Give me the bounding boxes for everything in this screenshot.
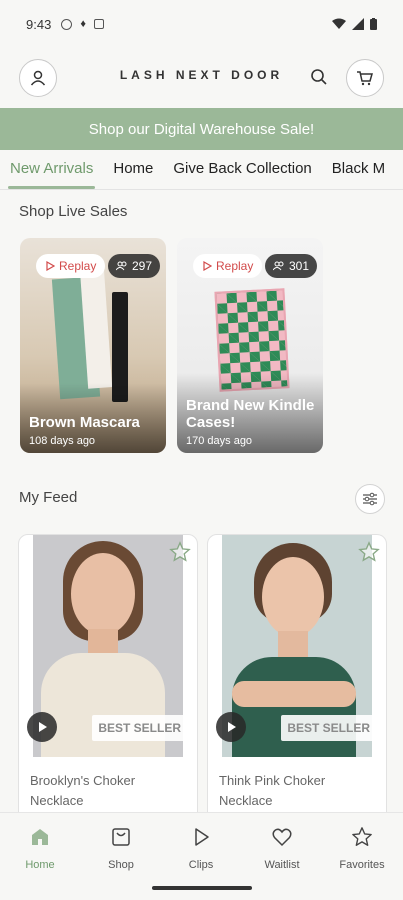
- play-video-button[interactable]: [27, 712, 57, 742]
- dnd-icon: [61, 18, 73, 30]
- viewer-count: 297: [131, 259, 152, 273]
- nav-waitlist[interactable]: Waitlist: [242, 825, 322, 871]
- model-top: [41, 653, 165, 757]
- filter-button[interactable]: [355, 484, 385, 514]
- filter-icon: [363, 492, 377, 506]
- replay-badge: Replay: [36, 254, 106, 278]
- gesture-home-bar[interactable]: [152, 886, 252, 890]
- viewers-icon: [115, 261, 127, 271]
- tab-black[interactable]: Black M: [322, 150, 395, 189]
- signal-icon: [352, 18, 364, 30]
- best-seller-badge: BEST SELLER: [281, 715, 376, 741]
- star-icon: [352, 827, 372, 846]
- model-top: [232, 657, 356, 757]
- live-card[interactable]: Replay 301 Brand New Kindle Cases! 170 d…: [177, 238, 323, 453]
- viewer-count-badge: 297: [107, 254, 160, 278]
- shop-icon: [112, 828, 130, 846]
- star-icon: [169, 541, 191, 562]
- play-icon: [46, 261, 55, 271]
- home-icon: [32, 829, 48, 845]
- viewers-icon: [272, 261, 284, 271]
- nav-home[interactable]: Home: [0, 825, 80, 871]
- search-icon: [311, 69, 327, 85]
- product-name: Brooklyn's Choker Necklace: [30, 773, 136, 808]
- favorite-button[interactable]: [169, 541, 191, 568]
- live-age: 170 days ago: [186, 435, 253, 447]
- cart-icon: [357, 71, 373, 86]
- model-hands: [232, 681, 356, 707]
- nav-clips-label: Clips: [188, 859, 214, 871]
- heart-icon: [272, 828, 292, 847]
- play-icon: [203, 261, 212, 271]
- assistant-icon: ♦: [80, 18, 86, 30]
- live-card[interactable]: Replay 297 Brown Mascara 108 days ago: [20, 238, 166, 453]
- play-icon: [39, 722, 47, 732]
- star-icon: [358, 541, 380, 562]
- app-header: LASH NEXT DOOR: [0, 56, 403, 102]
- promo-banner-text: Shop our Digital Warehouse Sale!: [88, 120, 315, 138]
- nav-waitlist-label: Waitlist: [264, 859, 300, 871]
- live-title: Brand New Kindle Cases!: [186, 397, 315, 431]
- viewer-count-badge: 301: [264, 254, 317, 278]
- nav-shop[interactable]: Shop: [81, 825, 161, 871]
- live-age: 108 days ago: [29, 435, 96, 447]
- replay-label: Replay: [216, 259, 254, 273]
- nav-favorites[interactable]: Favorites: [322, 825, 402, 871]
- nav-clips[interactable]: Clips: [161, 825, 241, 871]
- my-feed-title: My Feed: [19, 489, 78, 506]
- cart-button[interactable]: [346, 59, 384, 97]
- status-bar: 9:43 ♦: [0, 0, 403, 48]
- nav-shop-label: Shop: [108, 859, 134, 871]
- play-icon: [195, 828, 209, 846]
- live-sales-title: Shop Live Sales: [19, 203, 128, 220]
- replay-badge: Replay: [193, 254, 263, 278]
- brand-logo: LASH NEXT DOOR: [119, 68, 284, 82]
- tab-new-arrivals[interactable]: New Arrivals: [0, 150, 103, 189]
- product-card[interactable]: BEST SELLER Think Pink Choker Necklace: [207, 534, 387, 824]
- play-icon: [228, 722, 236, 732]
- model-neck: [278, 631, 308, 659]
- search-button[interactable]: [304, 62, 334, 92]
- status-icons-right: [332, 18, 377, 30]
- product-name: Think Pink Choker Necklace: [219, 773, 326, 808]
- status-icons-left: ♦: [61, 18, 104, 30]
- nav-home-label: Home: [25, 859, 55, 871]
- play-video-button[interactable]: [216, 712, 246, 742]
- model-face: [71, 553, 135, 635]
- product-card[interactable]: BEST SELLER Brooklyn's Choker Necklace: [18, 534, 198, 824]
- live-title: Brown Mascara: [29, 414, 140, 431]
- replay-label: Replay: [59, 259, 97, 273]
- category-tabs: New Arrivals Home Give Back Collection B…: [0, 150, 403, 190]
- favorite-button[interactable]: [358, 541, 380, 568]
- model-face: [262, 557, 324, 637]
- tab-give-back-collection[interactable]: Give Back Collection: [163, 150, 321, 189]
- viewer-count: 301: [288, 259, 309, 273]
- battery-icon: [370, 18, 377, 30]
- notification-icon: [93, 19, 104, 29]
- tab-home[interactable]: Home: [103, 150, 163, 189]
- promo-banner[interactable]: Shop our Digital Warehouse Sale!: [0, 108, 403, 150]
- nav-favorites-label: Favorites: [339, 859, 385, 871]
- status-time: 9:43: [26, 16, 52, 32]
- wifi-icon: [332, 18, 346, 29]
- best-seller-badge: BEST SELLER: [92, 715, 187, 741]
